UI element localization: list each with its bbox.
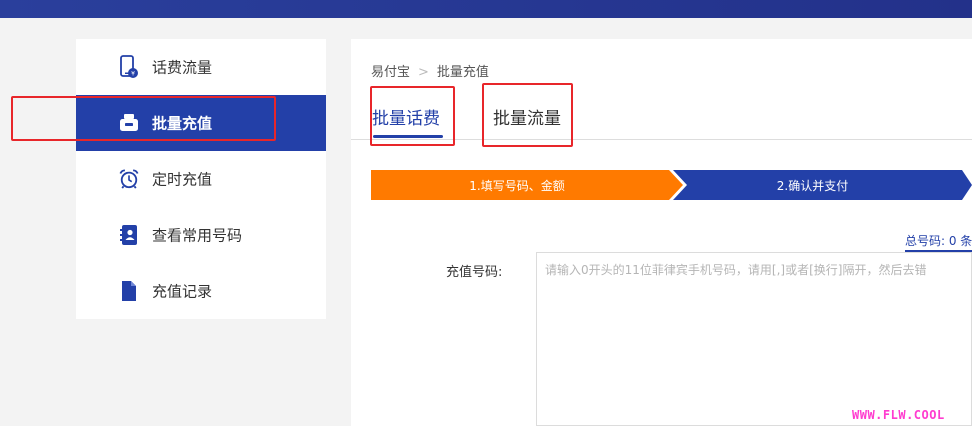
sidebar-item-label: 批量充值 <box>152 114 213 133</box>
breadcrumb: 易付宝 > 批量充值 <box>371 61 489 80</box>
sidebar: ¥ 话费流量 批量充值 定时充值 查看常用号码 充值记录 <box>76 39 326 319</box>
sidebar-item-common-numbers[interactable]: 查看常用号码 <box>76 207 326 263</box>
total-numbers-count: 总号码: 0 条 <box>905 234 972 248</box>
step-arrow-icon <box>962 170 972 200</box>
breadcrumb-separator: > <box>418 65 429 80</box>
document-icon <box>119 279 139 303</box>
sidebar-item-phone-data[interactable]: ¥ 话费流量 <box>76 39 326 95</box>
svg-text:¥: ¥ <box>131 71 135 78</box>
sidebar-item-batch-recharge[interactable]: 批量充值 <box>76 95 326 151</box>
alarm-clock-icon <box>119 167 139 191</box>
sidebar-item-label: 充值记录 <box>152 282 213 301</box>
progress-steps: 1.填写号码、金额 2.确认并支付 <box>371 170 972 200</box>
step-fill-numbers: 1.填写号码、金额 <box>371 170 683 200</box>
sidebar-item-recharge-history[interactable]: 充值记录 <box>76 263 326 319</box>
sidebar-item-label: 话费流量 <box>152 58 213 77</box>
tab-batch-data[interactable]: 批量流量 <box>493 104 561 129</box>
step-confirm-pay: 2.确认并支付 <box>673 170 972 200</box>
step-label: 2.确认并支付 <box>776 178 849 193</box>
phone-number-label: 充值号码: <box>446 265 503 280</box>
main-panel: 易付宝 > 批量充值 批量话费 批量流量 1.填写号码、金额 2.确认并支付 总号码… <box>351 39 972 426</box>
phone-numbers-input[interactable] <box>536 252 972 426</box>
step-label: 1.填写号码、金额 <box>469 178 565 193</box>
active-tab-indicator <box>373 135 443 138</box>
sidebar-item-scheduled-recharge[interactable]: 定时充值 <box>76 151 326 207</box>
contact-book-icon <box>119 223 139 247</box>
breadcrumb-current: 批量充值 <box>436 65 489 80</box>
phone-recharge-icon: ¥ <box>119 55 139 79</box>
tab-batch-phone-bill[interactable]: 批量话费 <box>372 104 440 129</box>
sidebar-item-label: 定时充值 <box>152 170 213 189</box>
breadcrumb-home[interactable]: 易付宝 <box>371 65 410 80</box>
top-header-bar <box>0 0 972 18</box>
printer-icon <box>119 111 139 135</box>
tab-bar: 批量话费 批量流量 <box>351 94 972 140</box>
sidebar-item-label: 查看常用号码 <box>152 226 243 245</box>
watermark: WWW.FLW.COOL <box>852 408 945 422</box>
